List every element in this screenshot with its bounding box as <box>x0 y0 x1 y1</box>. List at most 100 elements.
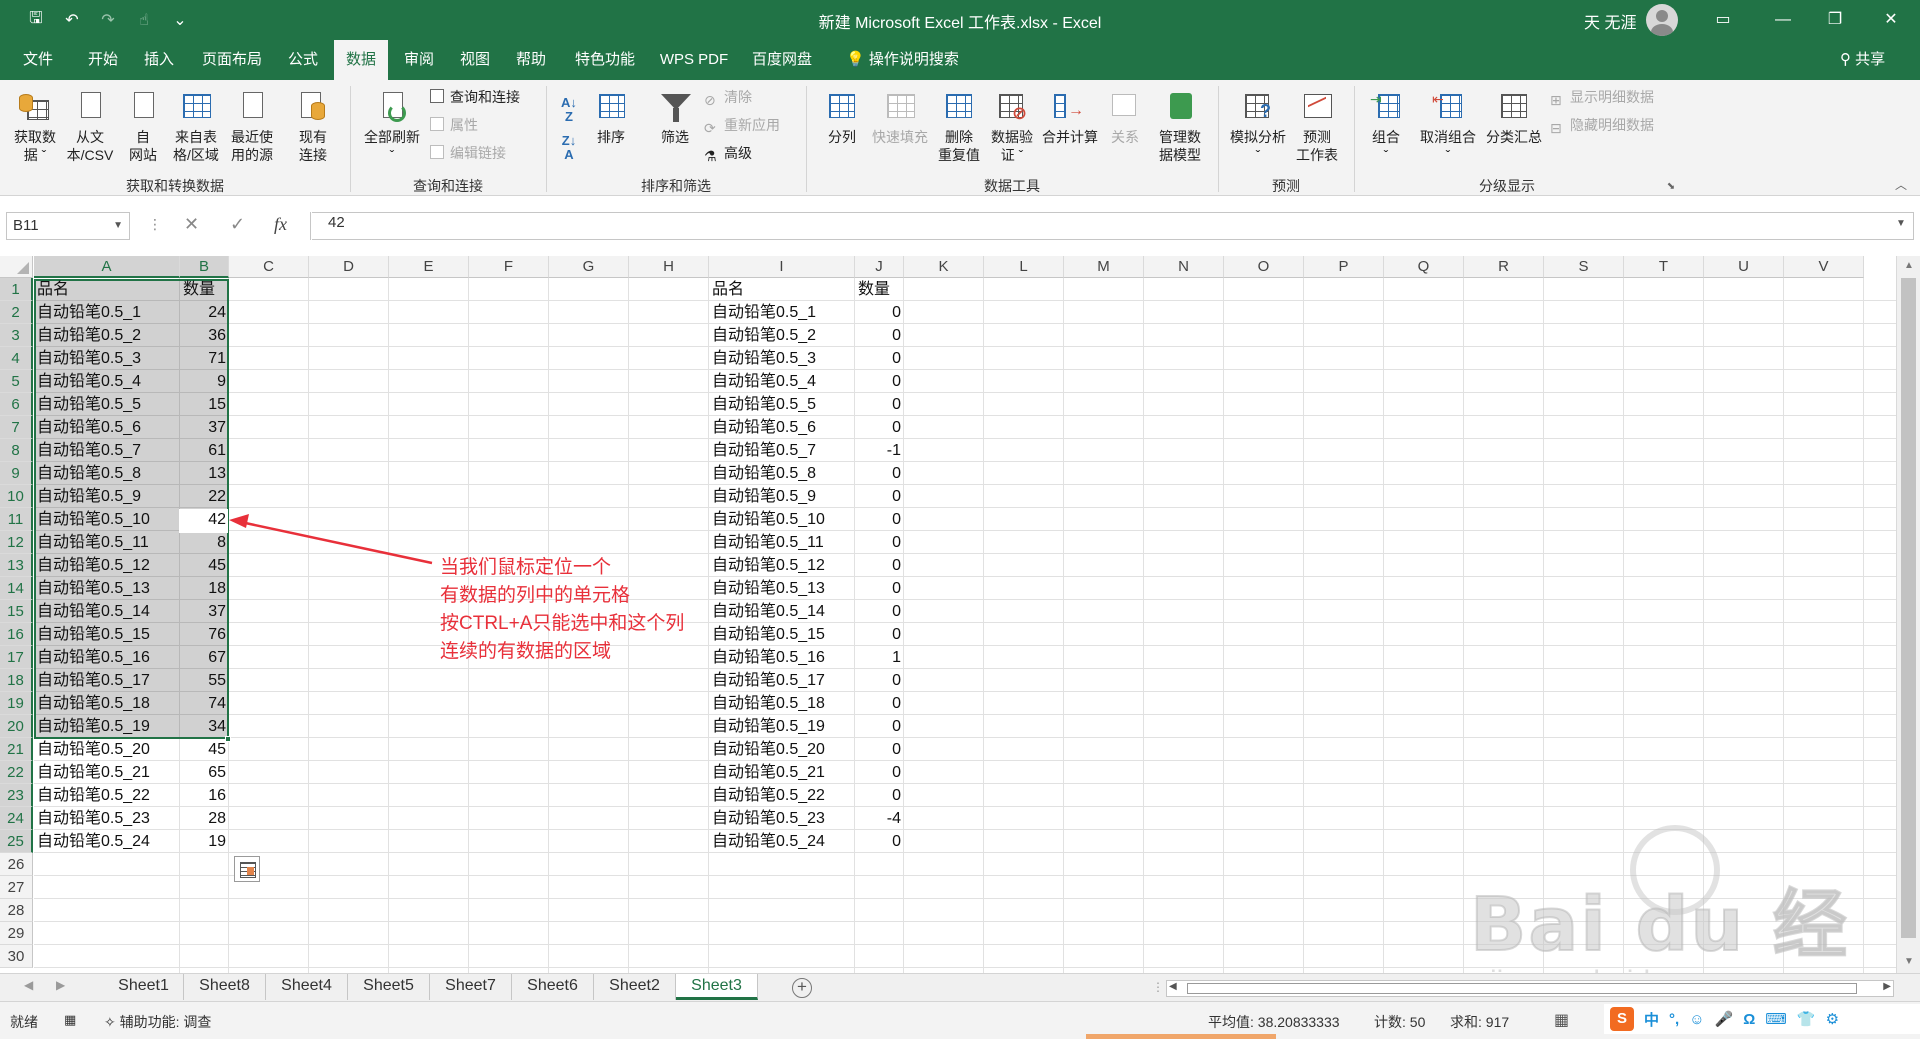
tab-home[interactable]: 开始 <box>78 40 128 80</box>
sort-ascending-button[interactable]: A↓ Z <box>556 94 582 124</box>
tab-review[interactable]: 审阅 <box>394 40 444 80</box>
chevron-down-icon[interactable]: ▼ <box>113 213 123 239</box>
forecast-sheet-button[interactable]: 预测 工作表 <box>1290 90 1344 164</box>
tab-view[interactable]: 视图 <box>450 40 500 80</box>
scroll-left-icon[interactable]: ◀ <box>1169 981 1177 992</box>
data-validation-button[interactable]: ⊘ 数据验 证 ˇ <box>986 90 1038 164</box>
ime-chinese-mode[interactable]: 中 <box>1644 1009 1659 1030</box>
what-if-analysis-button[interactable]: ? 模拟分析 ˇ <box>1226 90 1290 164</box>
show-detail-button[interactable]: ⊞ 显示明细数据 <box>1550 86 1654 108</box>
ime-emoji-icon[interactable]: ☺ <box>1689 1011 1704 1028</box>
properties-button[interactable]: 属性 <box>430 114 478 136</box>
reapply-button[interactable]: ⟳ 重新应用 <box>704 114 780 136</box>
formula-input[interactable] <box>312 212 1914 240</box>
consolidate-icon: → <box>1054 90 1086 124</box>
validation-label-2: 证 ˇ <box>1000 147 1024 163</box>
ime-voice-icon[interactable]: 🎤 <box>1715 1010 1734 1028</box>
cancel-icon[interactable]: ✕ <box>184 214 199 235</box>
expand-formula-icon[interactable]: ▼ <box>1896 218 1906 229</box>
normal-view-icon[interactable]: ▦ <box>1554 1010 1569 1030</box>
accessibility-checker[interactable]: ✧ 辅助功能: 调查 <box>104 1012 211 1032</box>
vertical-scrollbar[interactable]: ▲ ▼ <box>1896 256 1920 973</box>
ime-punctuation-icon[interactable]: °, <box>1669 1011 1679 1028</box>
prev-sheet-icon[interactable]: ◀ <box>24 978 33 992</box>
ime-keyboard-icon[interactable]: ⌨ <box>1765 1010 1787 1028</box>
scroll-down-icon[interactable]: ▼ <box>1897 956 1920 967</box>
average-value: 平均值: 38.20833333 <box>1208 1014 1340 1030</box>
text-to-columns-button[interactable]: 分列 <box>818 90 866 146</box>
outline-dialog-launcher-icon[interactable]: ⬊ <box>1664 178 1678 196</box>
recent-sources-button[interactable]: 最近使 用的源 <box>224 90 280 164</box>
sheet-tab[interactable]: Sheet4 <box>266 974 348 1000</box>
tab-features[interactable]: 特色功能 <box>566 40 644 80</box>
tab-data[interactable]: 数据 <box>334 40 388 80</box>
collapse-ribbon-icon[interactable]: ︿ <box>1894 176 1908 194</box>
sheet-tab[interactable]: Sheet5 <box>348 974 430 1000</box>
consolidate-button[interactable]: → 合并计算 <box>1040 90 1100 146</box>
tab-page-layout[interactable]: 页面布局 <box>196 40 268 80</box>
tab-split-handle[interactable]: ⋮ <box>1152 980 1164 994</box>
ungroup-button[interactable]: ⇤ 取消组合 ˇ <box>1412 90 1484 164</box>
refresh-all-button[interactable]: 全部刷新 ˇ <box>358 90 426 164</box>
flash-fill-button[interactable]: 快速填充 <box>868 90 932 146</box>
tab-file[interactable]: 文件 <box>10 40 66 80</box>
ime-settings-icon[interactable]: ⚙ <box>1826 1010 1839 1028</box>
ime-skin-icon[interactable]: 👕 <box>1797 1010 1816 1028</box>
macro-record-icon[interactable]: ▦ <box>64 1012 76 1028</box>
add-sheet-icon[interactable]: + <box>792 978 812 998</box>
scroll-up-icon[interactable]: ▲ <box>1897 260 1920 271</box>
from-csv-button[interactable]: 从文 本/CSV <box>62 90 118 164</box>
sheet-tab[interactable]: Sheet7 <box>430 974 512 1000</box>
remove-duplicates-button[interactable]: 删除 重复值 <box>934 90 984 164</box>
sort-descending-button[interactable]: Z↓ A <box>556 132 582 162</box>
horizontal-scroll-thumb[interactable] <box>1187 983 1857 994</box>
sheet-tab-active[interactable]: Sheet3 <box>676 974 758 1000</box>
filter-label: 筛选 <box>661 129 689 145</box>
share-button[interactable]: ⚲ 共享 <box>1840 40 1885 80</box>
next-sheet-icon[interactable]: ▶ <box>56 978 65 992</box>
insert-function-icon[interactable]: fx <box>274 214 287 235</box>
tab-insert[interactable]: 插入 <box>134 40 184 80</box>
edit-links-button[interactable]: 编辑链接 <box>430 142 506 164</box>
minimize-icon[interactable]: — <box>1760 0 1806 40</box>
ribbon-display-icon[interactable]: ▭ <box>1700 0 1746 40</box>
get-data-button[interactable]: 获取数 据 ˇ <box>8 90 62 164</box>
vertical-scroll-thumb[interactable] <box>1901 278 1916 938</box>
from-table-button[interactable]: 来自表 格/区域 <box>168 90 224 164</box>
from-web-button[interactable]: 自 网站 <box>120 90 166 164</box>
filter-button[interactable]: 筛选 <box>654 90 696 146</box>
manage-data-model-button[interactable]: 管理数 据模型 <box>1152 90 1208 164</box>
scroll-right-icon[interactable]: ▶ <box>1883 981 1891 992</box>
avatar[interactable] <box>1646 4 1678 36</box>
advanced-filter-button[interactable]: ⚗ 高级 <box>704 142 752 164</box>
name-box[interactable]: B11 ▼ <box>6 212 130 240</box>
tab-formulas[interactable]: 公式 <box>278 40 328 80</box>
horizontal-scrollbar[interactable]: ◀ ▶ <box>1166 980 1894 997</box>
restore-icon[interactable]: ❐ <box>1812 0 1858 40</box>
worksheet-grid[interactable]: ABCDEFGHIJKLMNOPQRSTUV 1 2 3 4 5 6 7 8 9 10 11 12 13… <box>0 256 1920 973</box>
tab-help[interactable]: 帮助 <box>506 40 556 80</box>
tell-me-search[interactable]: 💡 操作说明搜索 <box>846 40 959 80</box>
sort-button[interactable]: 排序 <box>590 90 632 146</box>
sogou-s-icon[interactable]: S <box>1610 1007 1634 1031</box>
relationships-button[interactable]: 关系 <box>1104 90 1146 146</box>
ime-symbol-icon[interactable]: Ω <box>1743 1011 1755 1028</box>
sheet-tab[interactable]: Sheet8 <box>184 974 266 1000</box>
tab-wps-pdf[interactable]: WPS PDF <box>654 40 734 80</box>
existing-connections-button[interactable]: 现有 连接 <box>290 90 336 164</box>
close-icon[interactable]: ✕ <box>1868 0 1914 40</box>
refresh-all-label: 全部刷新 <box>364 129 420 145</box>
sheet-tab[interactable]: Sheet2 <box>594 974 676 1000</box>
group-button[interactable]: ⇥ 组合 ˇ <box>1360 90 1412 164</box>
filter-icon <box>659 90 691 124</box>
clear-filter-button[interactable]: ⊘ 清除 <box>704 86 752 108</box>
queries-connections-button[interactable]: 查询和连接 <box>430 86 520 108</box>
what-if-caret: ˇ <box>1255 147 1261 163</box>
user-name[interactable]: 天 无涯 <box>1584 9 1636 33</box>
sheet-tab[interactable]: Sheet1 <box>104 974 184 1000</box>
subtotal-button[interactable]: 分类汇总 <box>1484 90 1544 146</box>
enter-icon[interactable]: ✓ <box>230 214 245 235</box>
tab-baidu-netdisk[interactable]: 百度网盘 <box>744 40 820 80</box>
sheet-tab[interactable]: Sheet6 <box>512 974 594 1000</box>
hide-detail-button[interactable]: ⊟ 隐藏明细数据 <box>1550 114 1654 136</box>
